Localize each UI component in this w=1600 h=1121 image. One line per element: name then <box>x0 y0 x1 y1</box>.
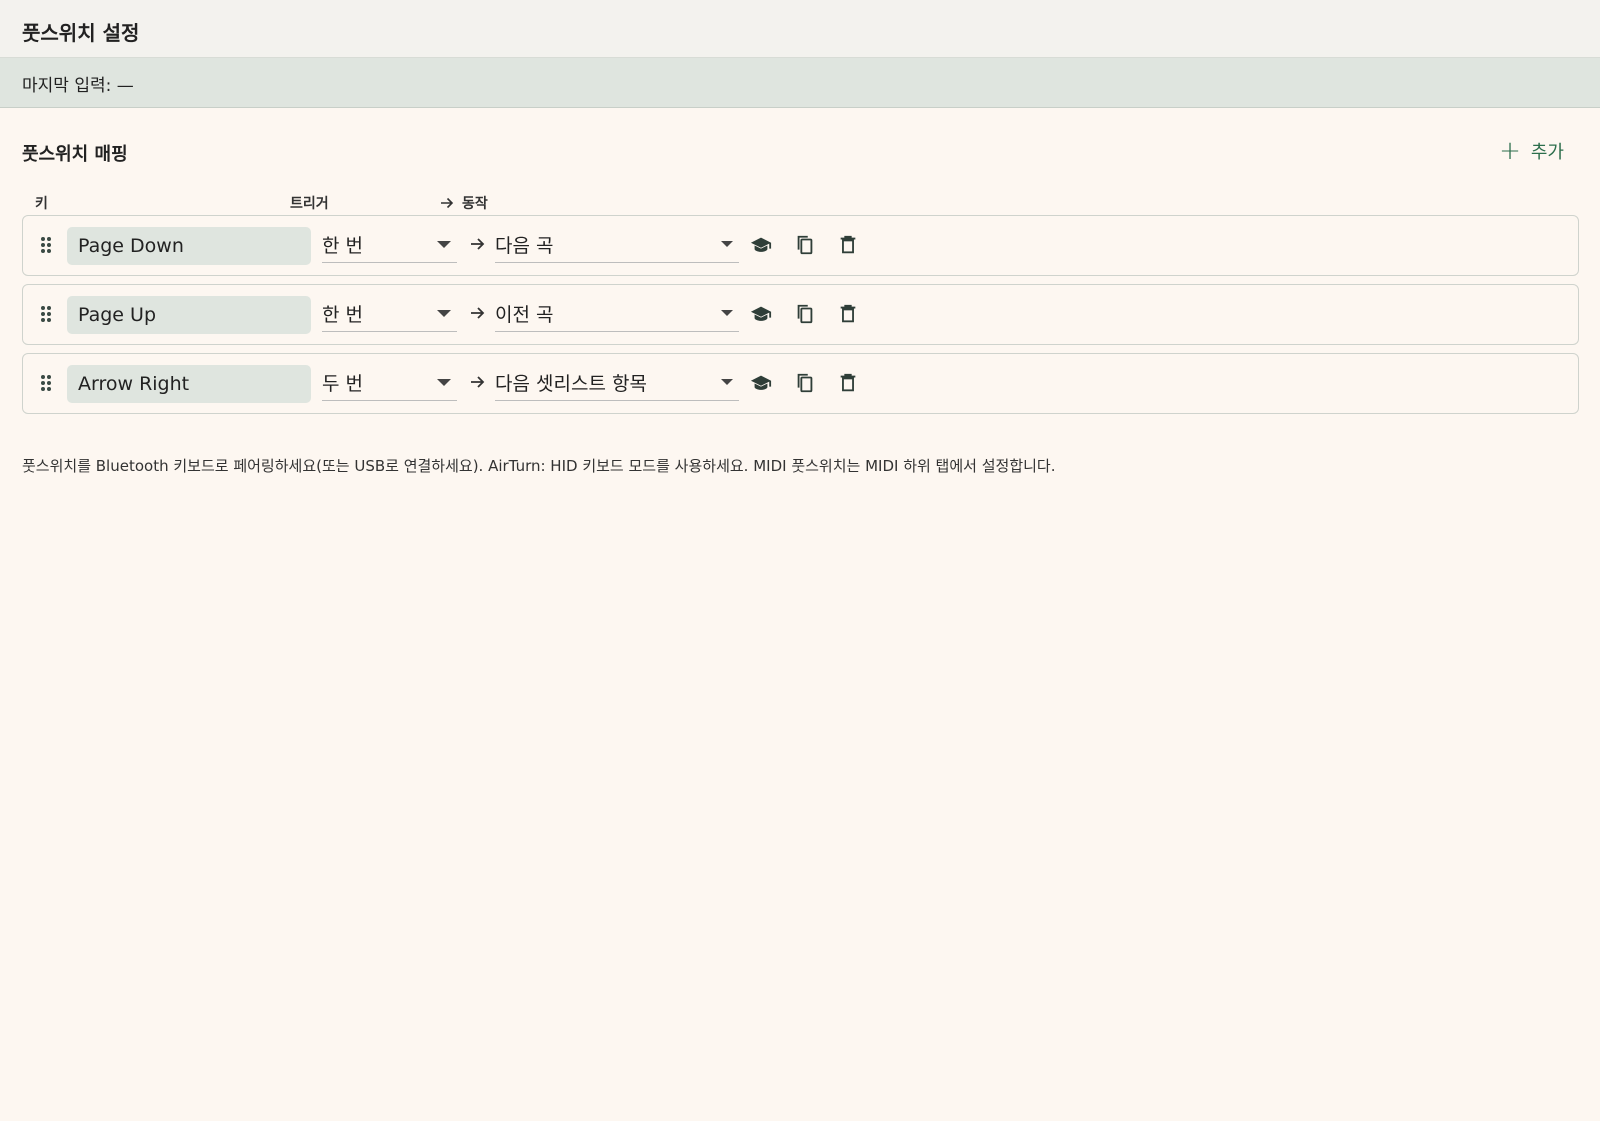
arrow-right-icon <box>441 197 454 209</box>
trash-icon[interactable] <box>837 372 859 394</box>
trigger-select[interactable]: 두 번 <box>322 365 457 401</box>
key-value: Arrow Right <box>78 373 190 395</box>
graduation-cap-icon[interactable] <box>750 234 772 256</box>
chevron-down-icon <box>721 379 733 385</box>
key-field[interactable]: Arrow Right <box>67 365 311 403</box>
action-value: 다음 셋리스트 항목 <box>495 373 647 395</box>
mapping-row: Page Up 한 번 이전 곡 <box>22 284 1579 345</box>
copy-icon[interactable] <box>794 234 816 256</box>
last-input-label: 마지막 입력: — <box>22 76 134 96</box>
arrow-right-icon <box>471 307 485 319</box>
key-value: Page Up <box>78 304 157 326</box>
key-value: Page Down <box>78 235 184 257</box>
key-field[interactable]: Page Down <box>67 227 311 265</box>
column-header-key: 키 <box>35 196 48 212</box>
trigger-select[interactable]: 한 번 <box>322 296 457 332</box>
action-value: 다음 곡 <box>495 235 554 257</box>
drag-handle-icon[interactable] <box>41 237 51 253</box>
trigger-value: 한 번 <box>322 235 363 257</box>
column-header-action: 동작 <box>440 193 488 213</box>
chevron-down-icon <box>437 379 451 386</box>
mapping-row: Page Down 한 번 다음 곡 <box>22 215 1579 276</box>
graduation-cap-icon[interactable] <box>750 303 772 325</box>
help-text: 풋스위치를 Bluetooth 키보드로 페어링하세요(또는 USB로 연결하세… <box>22 457 1056 475</box>
status-bar: 마지막 입력: — <box>0 58 1600 108</box>
arrow-right-icon <box>471 238 485 250</box>
action-select[interactable]: 다음 곡 <box>495 227 739 263</box>
add-mapping-button[interactable]: + 추가 <box>1499 138 1564 164</box>
add-label: 추가 <box>1530 142 1564 163</box>
column-header-trigger: 트리거 <box>290 196 329 212</box>
trash-icon[interactable] <box>837 303 859 325</box>
drag-handle-icon[interactable] <box>41 306 51 322</box>
arrow-right-icon <box>471 376 485 388</box>
trigger-select[interactable]: 한 번 <box>322 227 457 263</box>
graduation-cap-icon[interactable] <box>750 372 772 394</box>
section-title: 풋스위치 매핑 <box>22 144 128 165</box>
title-bar: 풋스위치 설정 <box>0 0 1600 58</box>
page-title: 풋스위치 설정 <box>22 21 140 45</box>
column-header-action-label: 동작 <box>462 196 488 212</box>
trash-icon[interactable] <box>837 234 859 256</box>
chevron-down-icon <box>437 241 451 248</box>
copy-icon[interactable] <box>794 372 816 394</box>
action-select[interactable]: 다음 셋리스트 항목 <box>495 365 739 401</box>
chevron-down-icon <box>721 310 733 316</box>
key-field[interactable]: Page Up <box>67 296 311 334</box>
chevron-down-icon <box>437 310 451 317</box>
copy-icon[interactable] <box>794 303 816 325</box>
trigger-value: 두 번 <box>322 373 363 395</box>
plus-icon: + <box>1499 136 1521 166</box>
drag-handle-icon[interactable] <box>41 375 51 391</box>
action-value: 이전 곡 <box>495 304 554 326</box>
mapping-row: Arrow Right 두 번 다음 셋리스트 항목 <box>22 353 1579 414</box>
action-select[interactable]: 이전 곡 <box>495 296 739 332</box>
trigger-value: 한 번 <box>322 304 363 326</box>
chevron-down-icon <box>721 241 733 247</box>
